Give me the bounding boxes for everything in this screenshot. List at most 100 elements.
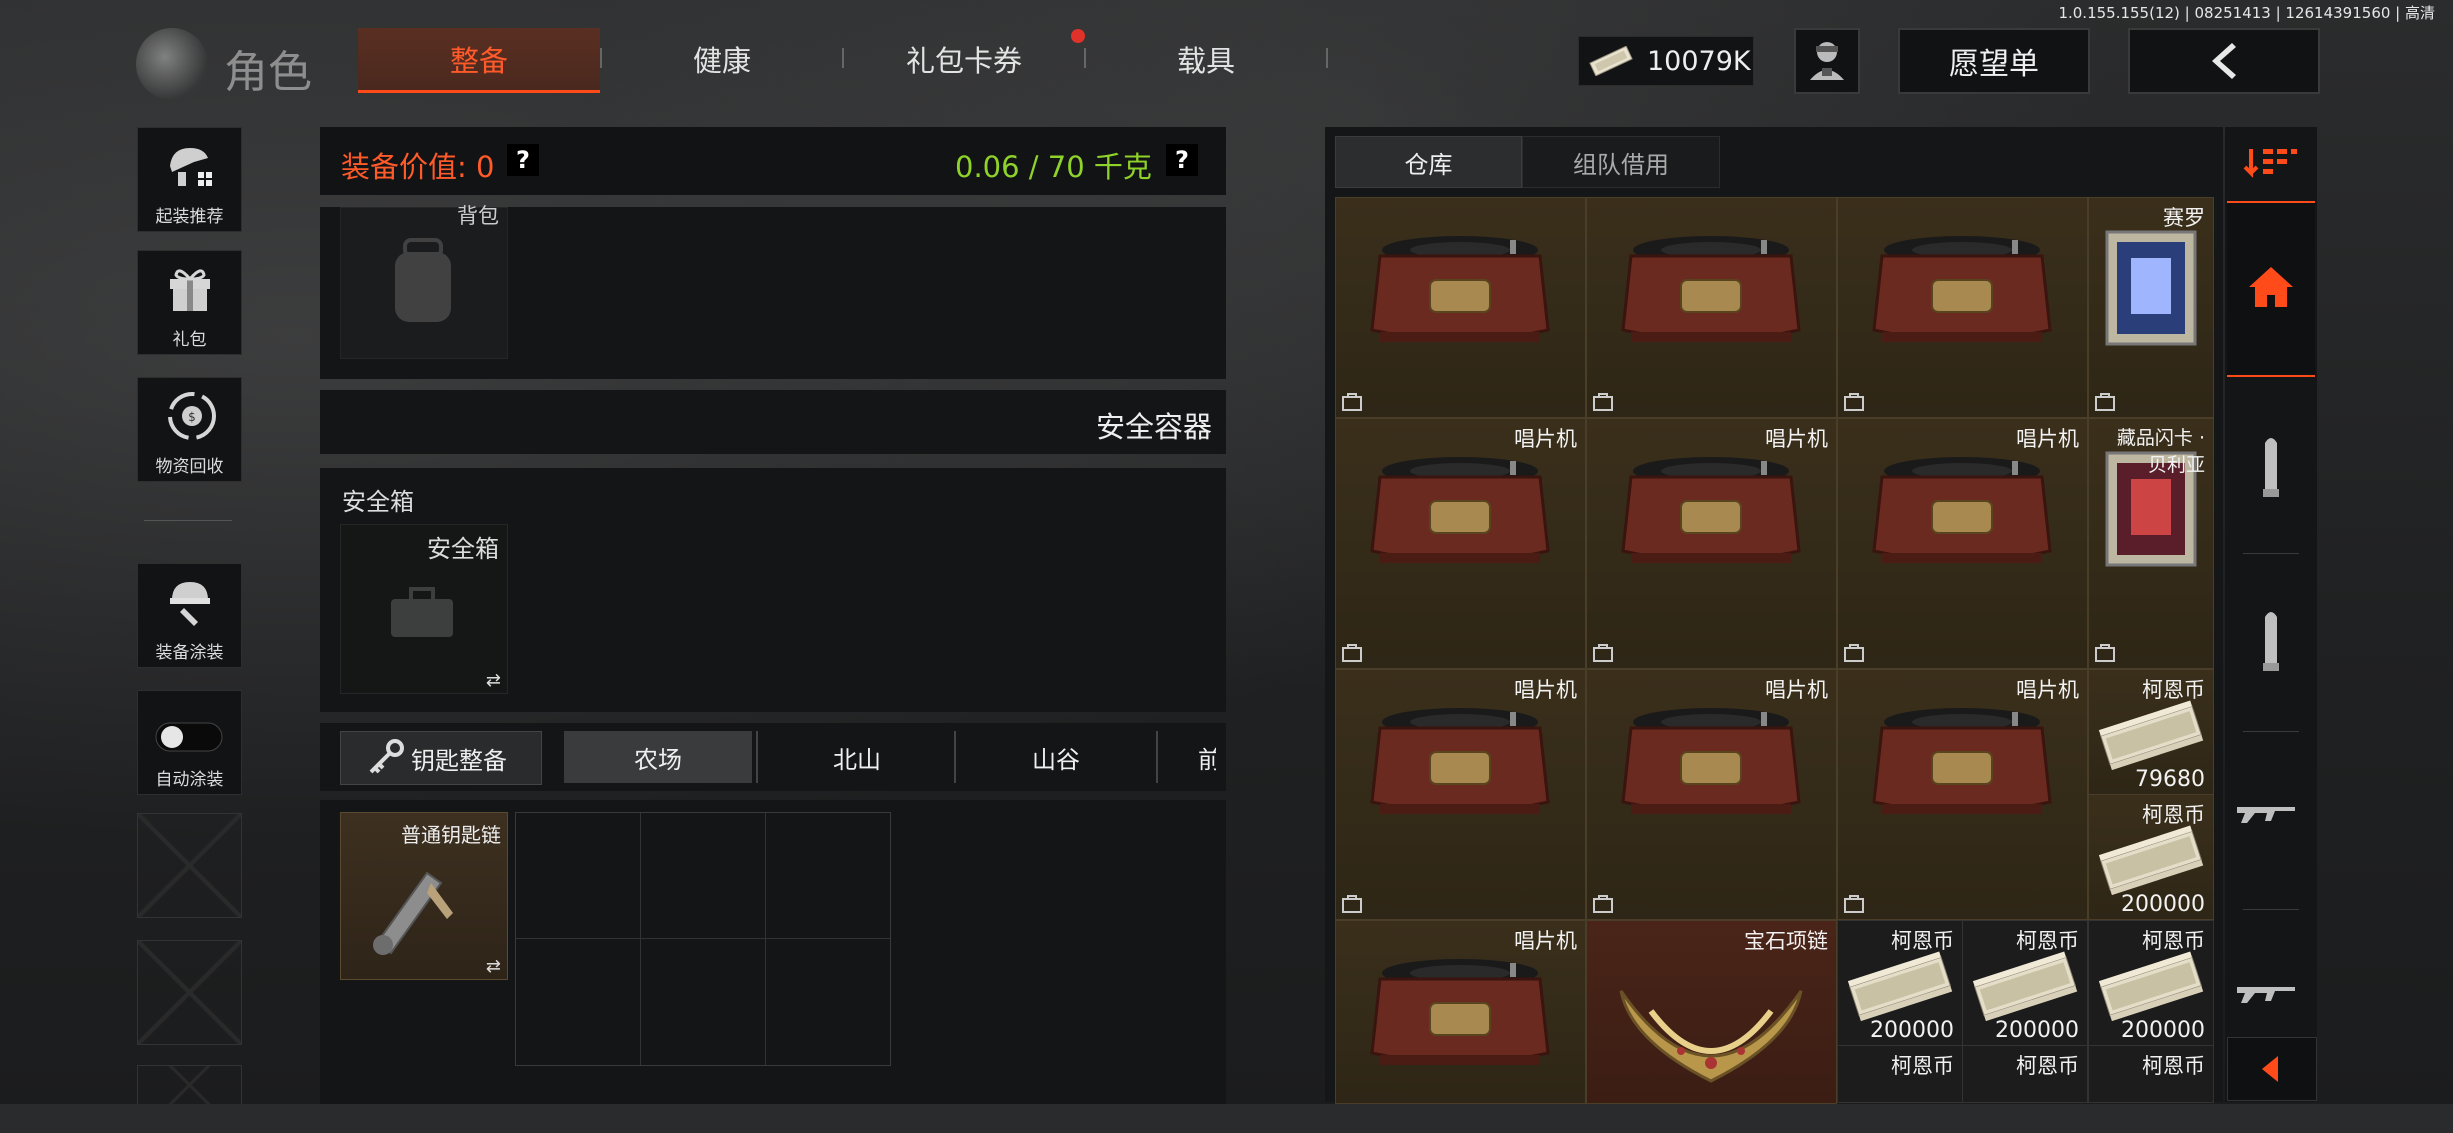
currency-amount: 10079K xyxy=(1647,45,1751,77)
key-icon xyxy=(369,739,404,774)
phonograph-item[interactable] xyxy=(1586,197,1837,418)
warehouse-tag-icon xyxy=(1342,393,1362,411)
tab-health[interactable]: 健康 xyxy=(602,28,842,90)
phonograph-item[interactable] xyxy=(1335,197,1586,418)
svg-text:$: $ xyxy=(188,410,196,424)
empty-sidebar-slot xyxy=(137,1065,242,1105)
koen-coin-item[interactable]: 柯恩币 200000 xyxy=(2088,794,2214,920)
item-name: 柯恩币 xyxy=(2142,929,2205,953)
gem-necklace-item[interactable]: 宝石项链 xyxy=(1586,920,1837,1104)
item-name: 唱片机 xyxy=(1514,427,1577,451)
phonograph-item[interactable]: 唱片机 xyxy=(1335,669,1586,920)
gift-button[interactable]: 礼包 xyxy=(137,250,242,355)
tab-gift-coupons[interactable]: 礼包卡券 xyxy=(844,28,1084,90)
sidebar-item-label: 自动涂装 xyxy=(155,770,224,790)
sidebar-item-label: 物资回收 xyxy=(155,457,224,477)
tab-team-borrow[interactable]: 组队借用 xyxy=(1522,136,1720,188)
recycle-button[interactable]: $ 物资回收 xyxy=(137,377,242,482)
auto-paint-toggle[interactable]: 自动涂装 xyxy=(137,690,242,795)
tab-warehouse[interactable]: 仓库 xyxy=(1335,136,1522,188)
koen-coin-item[interactable]: 柯恩币 xyxy=(2088,1045,2214,1103)
warehouse-tag-icon xyxy=(2095,393,2115,411)
rifle-icon[interactable] xyxy=(2235,973,2305,1013)
item-name: 柯恩币 xyxy=(1891,1054,1954,1078)
phonograph-icon xyxy=(1872,457,2052,563)
backpack-icon xyxy=(395,238,451,322)
phonograph-item[interactable]: 唱片机 xyxy=(1837,669,2088,920)
weight-display: 0.06 / 70 千克 xyxy=(955,150,1152,184)
phonograph-item[interactable]: 唱片机 xyxy=(1586,418,1837,669)
rifle-icon[interactable] xyxy=(2235,793,2305,833)
phonograph-item[interactable] xyxy=(1837,197,2088,418)
operator-icon xyxy=(1810,42,1844,80)
keychain-slot[interactable]: 普通钥匙链 ⇄ xyxy=(340,812,508,980)
tab-vehicle[interactable]: 载具 xyxy=(1086,28,1326,90)
warehouse-tag-icon xyxy=(1342,895,1362,913)
phonograph-item[interactable]: 唱片机 xyxy=(1335,418,1586,669)
warehouse-tag-icon xyxy=(1342,644,1362,662)
item-name: 赛罗 xyxy=(2163,206,2205,230)
secure-box-slot[interactable]: 安全箱 ⇄ xyxy=(340,524,508,694)
koen-coin-icon xyxy=(1972,951,2078,1021)
page-title: 角色 xyxy=(224,47,312,98)
map-tab-next[interactable]: 前 xyxy=(1156,731,1216,783)
swap-icon[interactable]: ⇄ xyxy=(486,956,501,977)
item-name: 宝石项链 xyxy=(1744,929,1828,953)
item-name: 柯恩币 xyxy=(2142,803,2205,827)
secure-box-section-title: 安全箱 xyxy=(342,488,414,516)
wishlist-button[interactable]: 愿望单 xyxy=(1898,28,2090,94)
phonograph-item[interactable]: 唱片机 xyxy=(1586,669,1837,920)
sort-icon[interactable] xyxy=(2241,143,2301,183)
belia-card-item[interactable]: 藏品闪卡 · 贝利亚 xyxy=(2088,418,2214,669)
map-tab-farm[interactable]: 农场 xyxy=(564,731,752,783)
recycle-icon: $ xyxy=(168,392,216,440)
keychain-label: 普通钥匙链 xyxy=(401,823,501,847)
backpack-slot[interactable]: 背包 xyxy=(340,204,508,359)
weight-help-button[interactable]: ? xyxy=(1166,144,1198,176)
category-home[interactable] xyxy=(2227,201,2315,377)
koen-coin-item[interactable]: 柯恩币 200000 xyxy=(1962,920,2088,1046)
loadout-recommend-button[interactable]: 起装推荐 xyxy=(137,127,242,232)
phonograph-icon xyxy=(1370,236,1550,342)
paint-icon xyxy=(170,582,210,626)
swap-icon[interactable]: ⇄ xyxy=(486,670,501,691)
value-help-button[interactable]: ? xyxy=(507,144,539,176)
collapse-rail-button[interactable] xyxy=(2227,1037,2317,1101)
map-tab-valley[interactable]: 山谷 xyxy=(954,731,1156,783)
koen-coin-item[interactable]: 柯恩币 200000 xyxy=(1837,920,1963,1046)
phonograph-item[interactable]: 唱片机 xyxy=(1837,418,2088,669)
chevron-left-icon xyxy=(2212,43,2236,79)
backpack-label: 背包 xyxy=(457,204,499,228)
map-tab-north-mountain[interactable]: 北山 xyxy=(756,731,956,783)
phonograph-icon xyxy=(1621,236,1801,342)
koen-coin-item[interactable]: 柯恩币 xyxy=(1962,1045,2088,1103)
phonograph-item[interactable]: 唱片机 xyxy=(1335,920,1586,1104)
warehouse-tag-icon xyxy=(1593,895,1613,913)
caret-left-icon xyxy=(2262,1056,2278,1082)
notification-dot xyxy=(1071,29,1085,43)
item-name: 唱片机 xyxy=(2016,427,2079,451)
koen-coin-item[interactable]: 柯恩币 xyxy=(1837,1045,1963,1103)
item-name: 唱片机 xyxy=(2016,678,2079,702)
sidebar-divider xyxy=(144,520,232,521)
ammo-icon[interactable] xyxy=(2251,607,2291,677)
equipment-paint-button[interactable]: 装备涂装 xyxy=(137,563,242,668)
operator-avatar-button[interactable] xyxy=(1794,28,1860,94)
item-name: 柯恩币 xyxy=(2142,1054,2205,1078)
koen-coin-item[interactable]: 柯恩币 79680 xyxy=(2088,669,2214,795)
ammo-icon[interactable] xyxy=(2251,433,2291,503)
key-loadout-button[interactable]: 钥匙整备 xyxy=(340,731,542,785)
item-name: 唱片机 xyxy=(1765,427,1828,451)
secure-container-title: 安全容器 xyxy=(1095,410,1212,444)
tab-equip[interactable]: 整备 xyxy=(358,28,600,93)
secure-container-header-bar: 安全容器 xyxy=(320,390,1226,454)
cairo-card-item[interactable]: 赛罗 xyxy=(2088,197,2214,418)
back-button[interactable] xyxy=(2128,28,2320,94)
warehouse-tag-icon xyxy=(1593,644,1613,662)
key-grid[interactable] xyxy=(515,812,891,1066)
keychain-icon xyxy=(373,871,453,955)
koen-coin-item[interactable]: 柯恩币 200000 xyxy=(2088,920,2214,1046)
equipment-value: 装备价值: 0 xyxy=(341,150,495,184)
koen-coin-icon xyxy=(2098,825,2204,895)
warehouse-tag-icon xyxy=(2095,644,2115,662)
